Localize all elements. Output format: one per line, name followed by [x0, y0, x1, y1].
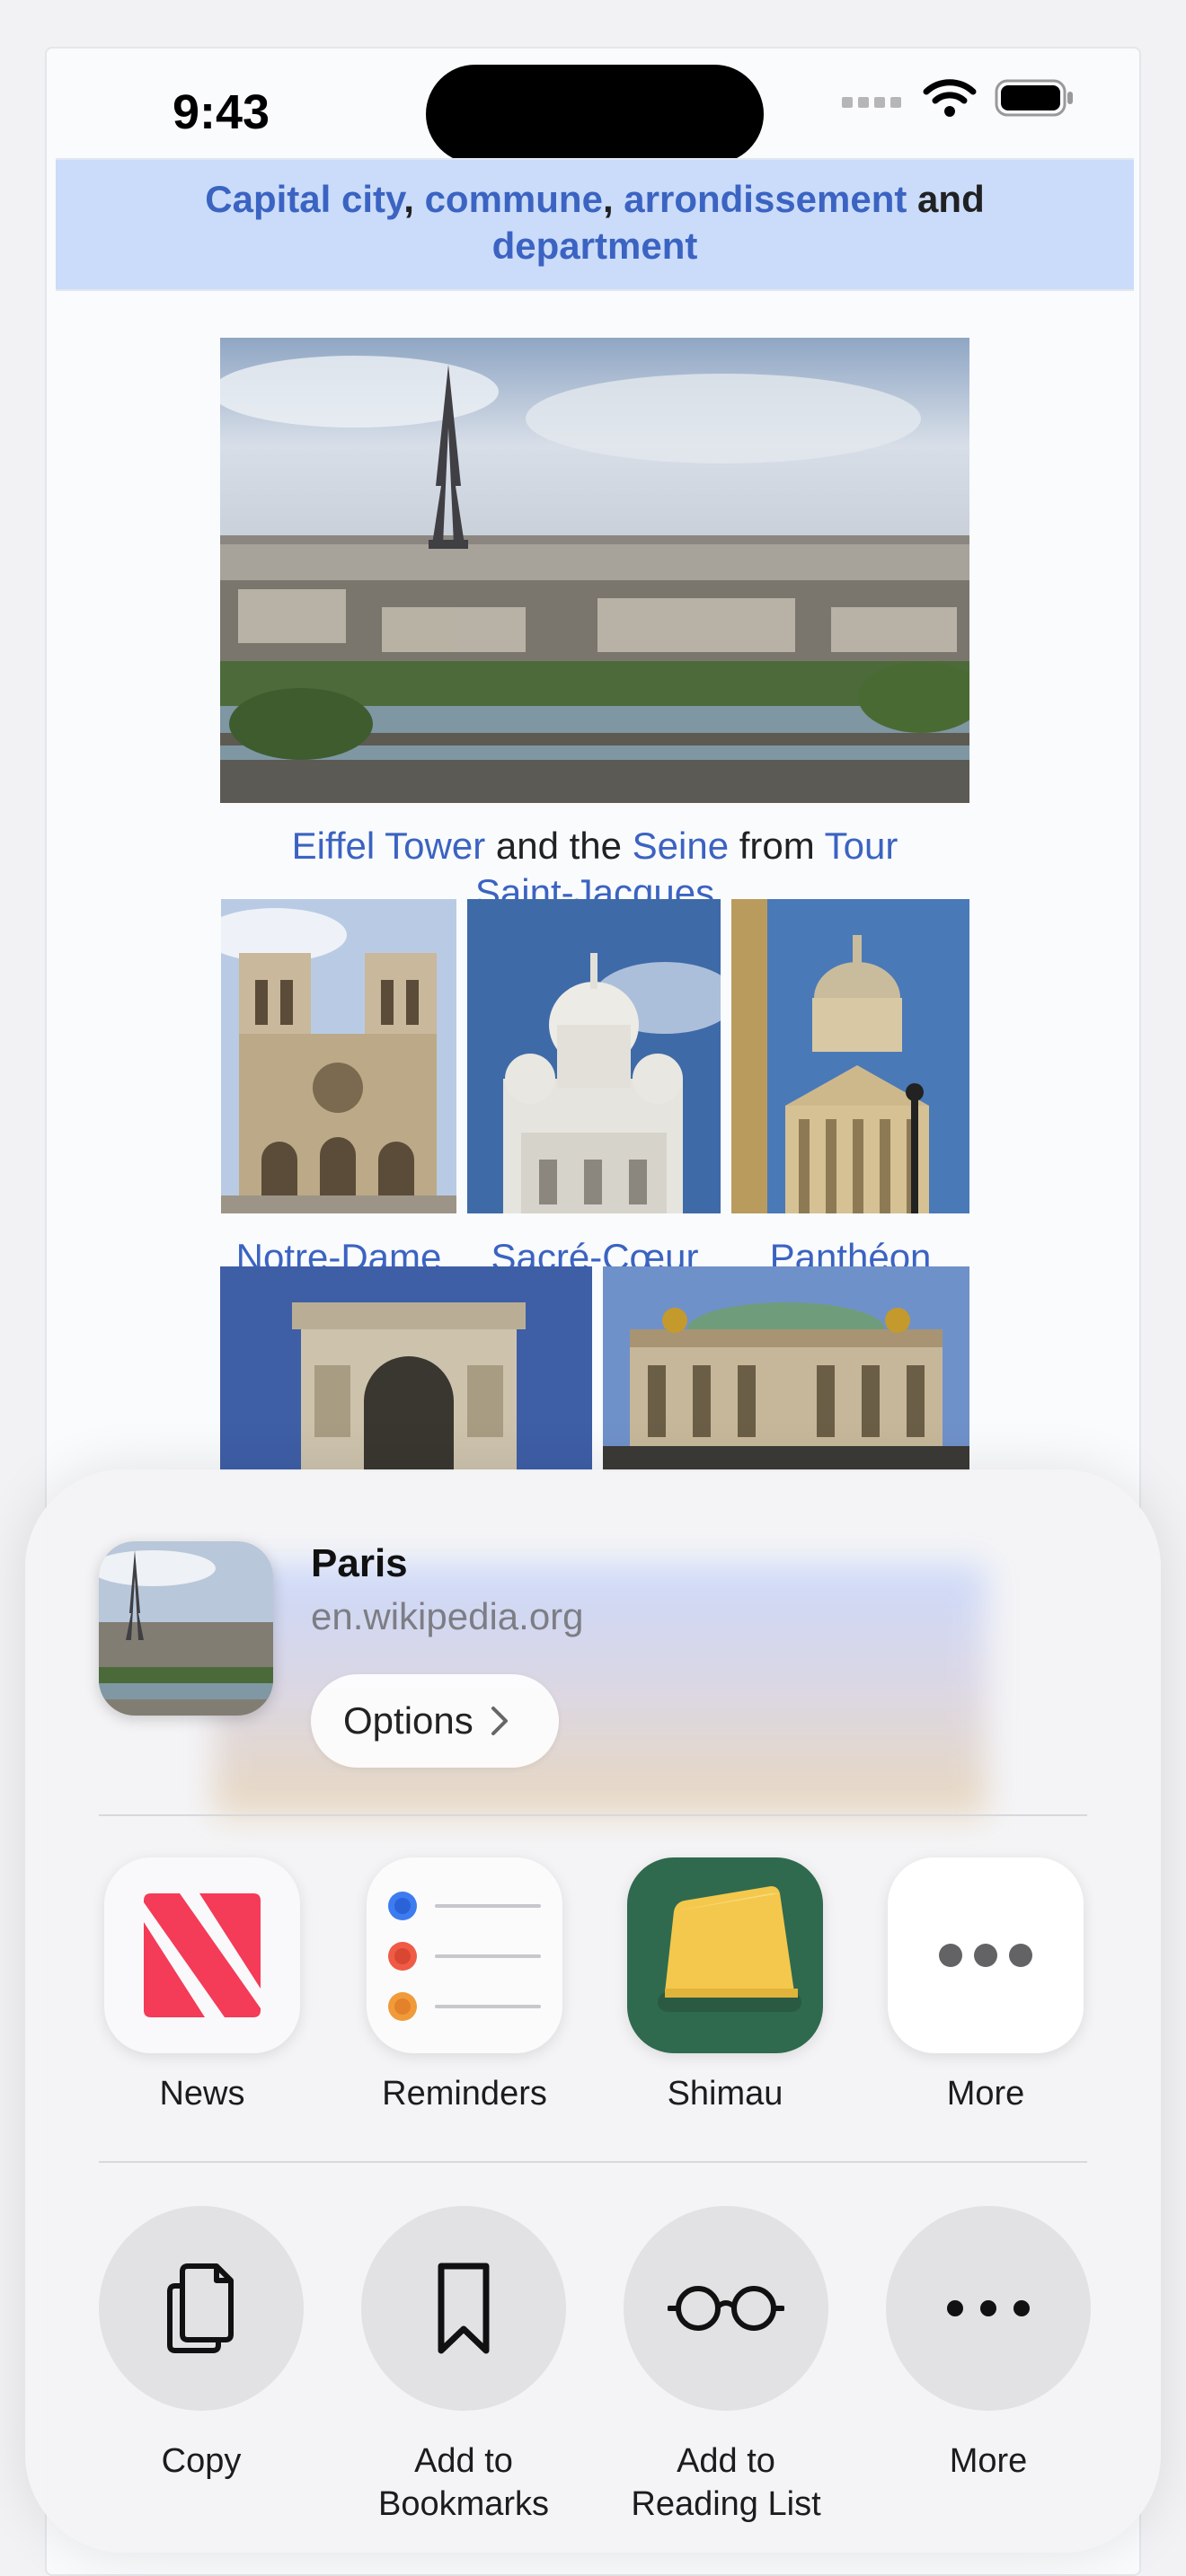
share-url: en.wikipedia.org: [311, 1595, 584, 1637]
notre-dame-image[interactable]: [221, 899, 456, 1213]
dynamic-island: [426, 65, 764, 163]
status-bar: 9:43: [47, 49, 1139, 163]
more-actions-label-text: More: [949, 2442, 1028, 2480]
glasses-icon: [668, 2286, 784, 2331]
news-label: News: [159, 2075, 245, 2113]
pantheon-image[interactable]: [731, 899, 969, 1213]
shimau-icon: [658, 1886, 801, 2012]
news-app-button[interactable]: [104, 1857, 300, 2053]
copy-icon: [167, 2263, 234, 2353]
options-button[interactable]: Options: [311, 1674, 559, 1768]
more-apps-label: More: [946, 2075, 1025, 2113]
add-to-reading-list-label: Add to Reading List: [600, 2439, 852, 2526]
share-title: Paris: [311, 1541, 408, 1585]
separator-text: ,: [403, 178, 425, 220]
arc-de-triomphe-image[interactable]: [220, 1266, 592, 1471]
reminders-app-button[interactable]: [367, 1857, 562, 2053]
status-time: 9:43: [173, 85, 270, 139]
news-icon: [144, 1893, 261, 2017]
tour-link[interactable]: Tour: [825, 825, 898, 867]
copy-label: Copy: [75, 2439, 327, 2483]
divider: [99, 1814, 1087, 1816]
site-thumbnail: [99, 1541, 273, 1716]
opera-garnier-image[interactable]: [603, 1266, 969, 1471]
divider: [99, 2161, 1087, 2163]
caption-text: from: [729, 825, 825, 867]
bookmark-icon: [438, 2263, 490, 2354]
separator-text: ,: [602, 178, 624, 220]
capital-city-link[interactable]: Capital city: [205, 178, 403, 220]
chevron-right-icon: [491, 1707, 508, 1735]
add-to-bookmarks-button[interactable]: [361, 2206, 566, 2411]
more-apps-button[interactable]: [888, 1857, 1084, 2053]
copy-label-text: Copy: [161, 2442, 242, 2480]
more-dots-icon: [939, 1944, 1032, 1967]
shimau-app-button[interactable]: [627, 1857, 823, 2053]
add-to-bookmarks-line1: Add to: [414, 2442, 513, 2480]
copy-button[interactable]: [99, 2206, 304, 2411]
screen: 9:43 Capital city, commune, arrondisseme…: [0, 0, 1186, 2576]
reminders-label: Reminders: [382, 2075, 547, 2113]
reminders-icon: [388, 1892, 541, 2021]
paris-panorama-image[interactable]: [220, 338, 969, 803]
more-actions-label: More: [863, 2439, 1114, 2483]
sacre-coeur-image[interactable]: [467, 899, 721, 1213]
department-link[interactable]: department: [492, 225, 698, 267]
add-to-bookmarks-line2: Bookmarks: [377, 2485, 550, 2523]
cellular-signal-icon: [842, 97, 901, 108]
more-actions-button[interactable]: [886, 2206, 1091, 2411]
infobox-header: Capital city, commune, arrondissement an…: [56, 158, 1134, 291]
add-to-reading-list-line2: Reading List: [631, 2485, 821, 2523]
add-to-reading-list-line1: Add to: [677, 2442, 775, 2480]
caption-text: and the: [485, 825, 633, 867]
share-sheet: Paris en.wikipedia.org Options News Remi…: [25, 1469, 1161, 2553]
wifi-icon: [923, 79, 977, 117]
commune-link[interactable]: commune: [425, 178, 603, 220]
more-dots-icon: [947, 2300, 1030, 2316]
infobox-header-line-1: Capital city, commune, arrondissement an…: [56, 176, 1134, 223]
shimau-label: Shimau: [667, 2075, 783, 2113]
infobox-header-line-2: department: [56, 223, 1134, 269]
seine-link[interactable]: Seine: [633, 825, 729, 867]
add-to-reading-list-button[interactable]: [624, 2206, 828, 2411]
eiffel-tower-link[interactable]: Eiffel Tower: [292, 825, 486, 867]
battery-icon: [995, 79, 1073, 117]
arrondissement-link[interactable]: arrondissement: [624, 178, 907, 220]
and-text: and: [907, 178, 985, 220]
add-to-bookmarks-label: Add to Bookmarks: [338, 2439, 589, 2526]
options-label: Options: [343, 1699, 474, 1742]
